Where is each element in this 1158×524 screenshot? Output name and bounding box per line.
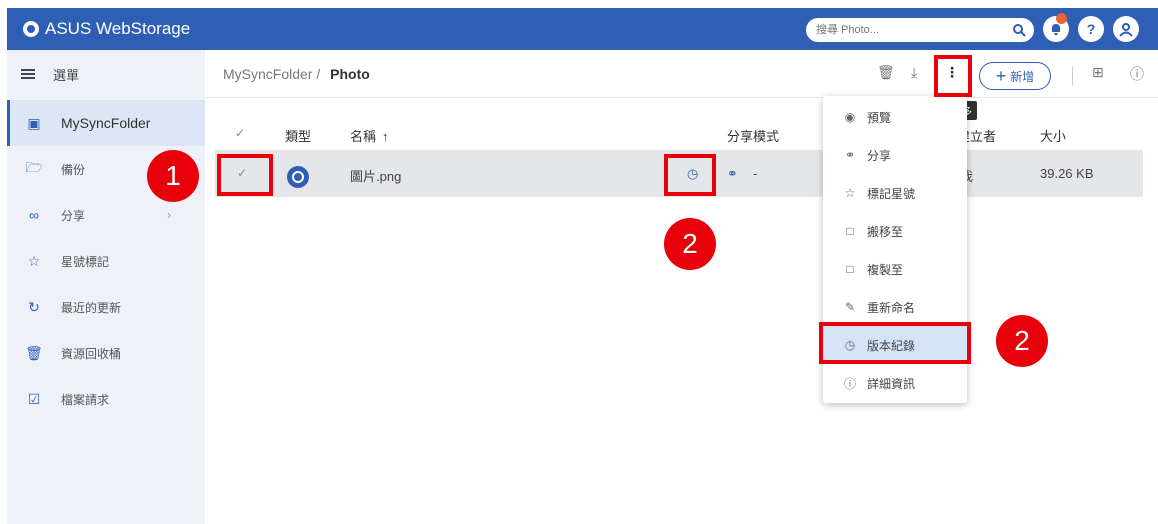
- breadcrumb: MySyncFolder / Photo: [223, 66, 370, 82]
- menu-item-label: 詳細資訊: [867, 376, 916, 391]
- column-type[interactable]: 類型: [285, 126, 311, 145]
- sort-up-icon: ↑: [382, 129, 389, 144]
- share-link-icon[interactable]: ⚭: [727, 166, 738, 182]
- help-icon[interactable]: ?: [1078, 16, 1104, 42]
- annotation-box-version-history: [819, 322, 971, 364]
- menu-item-preview[interactable]: ◉ 預覽: [823, 98, 967, 136]
- app-logo[interactable]: ASUS WebStorage: [23, 19, 190, 39]
- menu-toggle[interactable]: 選單: [7, 50, 205, 98]
- file-request-icon: ☑: [27, 390, 41, 407]
- column-share-mode[interactable]: 分享模式: [727, 126, 779, 145]
- copy-icon: □: [846, 262, 854, 276]
- sidebar-item-label: 資源回收桶: [61, 346, 122, 361]
- sidebar-item-label: MySyncFolder: [61, 115, 151, 131]
- link-icon: ⚭: [844, 148, 856, 162]
- menu-item-rename[interactable]: ✎ 重新命名: [823, 288, 967, 326]
- annotation-step-2-history: 2: [664, 218, 716, 270]
- notification-bell-icon[interactable]: [1043, 13, 1069, 42]
- image-file-icon: [287, 166, 309, 188]
- size-value: 39.26 KB: [1040, 166, 1094, 181]
- menu-item-label: 分享: [867, 148, 892, 163]
- search-input[interactable]: [806, 18, 986, 42]
- menu-item-label: 預覽: [867, 110, 892, 125]
- annotation-step-1: 1: [147, 150, 199, 202]
- annotation-box-history-icon: [664, 154, 716, 196]
- user-avatar-icon[interactable]: [1113, 16, 1139, 42]
- eye-icon: ◉: [844, 110, 856, 124]
- menu-label: 選單: [53, 67, 80, 83]
- star-icon: ☆: [27, 252, 41, 269]
- menu-item-label: 標記星號: [867, 186, 916, 201]
- breadcrumb-current: Photo: [330, 66, 370, 82]
- sidebar-item-recent[interactable]: ↻ 最近的更新: [7, 284, 205, 330]
- app-title: ASUS WebStorage: [45, 19, 191, 38]
- sidebar-item-label: 備份: [61, 162, 86, 177]
- menu-item-label: 重新命名: [867, 300, 916, 315]
- column-name-label: 名稱: [350, 129, 377, 144]
- refresh-icon: ↻: [28, 298, 40, 315]
- menu-item-label: 搬移至: [867, 224, 904, 239]
- info-icon[interactable]: ⓘ: [1130, 64, 1144, 84]
- share-people-icon: ∞: [29, 207, 39, 223]
- breadcrumb-separator: /: [316, 66, 321, 82]
- sidebar-item-mysyncfolder[interactable]: ▣ MySyncFolder: [7, 100, 205, 146]
- table-header: ✓ 類型 名稱 ↑ 分享模式 建立者 大小: [205, 116, 1158, 150]
- backup-folder-icon: 🗁: [25, 159, 43, 175]
- menu-item-move[interactable]: □ 搬移至: [823, 212, 967, 250]
- sidebar-item-file-request[interactable]: ☑ 檔案請求: [7, 376, 205, 422]
- annotation-box-checkbox: [217, 154, 273, 196]
- file-name[interactable]: 圖片.png: [350, 166, 401, 185]
- app-window: ASUS WebStorage ? 選單 ▣ MySyncFolder: [0, 0, 1158, 524]
- top-bar: ASUS WebStorage ?: [7, 8, 1158, 50]
- sidebar-item-label: 分享: [61, 208, 86, 223]
- menu-item-copy[interactable]: □ 複製至: [823, 250, 967, 288]
- sidebar: 選單 ▣ MySyncFolder 🗁 備份 ∞ 分享 › ☆ 星號標記 ↻ 最…: [7, 50, 205, 524]
- breadcrumb-root[interactable]: MySyncFolder: [223, 66, 312, 82]
- menu-item-details[interactable]: ⓘ 詳細資訊: [823, 364, 967, 402]
- annotation-step-2-menu: 2: [996, 315, 1048, 367]
- pencil-icon: ✎: [844, 300, 856, 314]
- grid-view-icon[interactable]: ⊞: [1092, 64, 1104, 81]
- search-box: [806, 18, 1034, 42]
- move-icon: □: [846, 224, 854, 238]
- select-all-checkbox[interactable]: ✓: [235, 126, 245, 140]
- sidebar-item-label: 檔案請求: [61, 392, 110, 407]
- plus-icon: +: [995, 66, 1007, 86]
- delete-icon[interactable]: 🗑: [877, 64, 895, 81]
- info-icon: ⓘ: [843, 376, 856, 391]
- column-size[interactable]: 大小: [1040, 126, 1066, 145]
- trash-icon: 🗑: [25, 344, 43, 361]
- star-icon: ☆: [844, 186, 856, 200]
- sidebar-item-trash[interactable]: 🗑 資源回收桶: [7, 330, 205, 376]
- new-button[interactable]: + 新增: [979, 62, 1051, 90]
- sidebar-item-label: 星號標記: [61, 254, 110, 269]
- menu-item-label: 複製至: [867, 262, 904, 277]
- menu-item-share[interactable]: ⚭ 分享: [823, 136, 967, 174]
- asus-logo-icon: [23, 21, 39, 37]
- annotation-box-more-button: [934, 55, 972, 97]
- sidebar-item-starred[interactable]: ☆ 星號標記: [7, 238, 205, 284]
- chevron-right-icon: ›: [167, 208, 171, 222]
- notification-badge: [1056, 13, 1067, 24]
- column-name[interactable]: 名稱 ↑: [350, 126, 389, 145]
- download-icon[interactable]: ⤓: [911, 64, 917, 81]
- toolbar: MySyncFolder / Photo 🗑 ⤓ ⋮ + 新增 ⊞ ⓘ: [205, 50, 1158, 98]
- divider: [1072, 66, 1073, 86]
- folder-sync-icon: ▣: [27, 114, 41, 131]
- new-button-label: 新增: [1010, 69, 1035, 84]
- share-mode-value: -: [753, 166, 758, 181]
- hamburger-icon: [21, 69, 35, 79]
- menu-item-star[interactable]: ☆ 標記星號: [823, 174, 967, 212]
- sidebar-item-label: 最近的更新: [61, 300, 122, 315]
- search-icon[interactable]: [1012, 23, 1026, 37]
